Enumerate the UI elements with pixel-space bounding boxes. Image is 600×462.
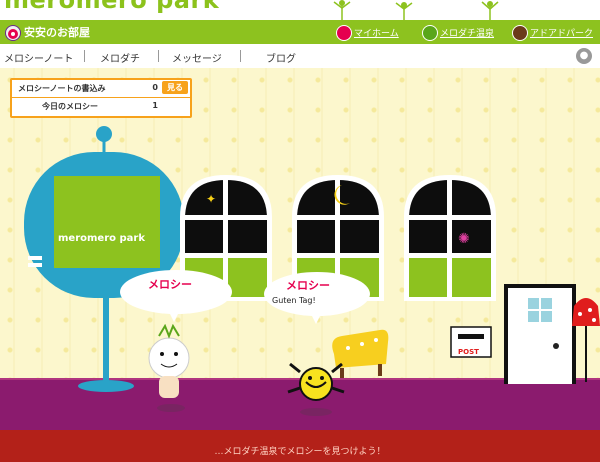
- bubble2-name: メロシー: [286, 279, 330, 292]
- room-scene: メロシーノートの書込み 0 見る 今日のメロシー 1 …メロダチ温泉でメロシーを…: [0, 68, 600, 462]
- svg-text:✺: ✺: [458, 231, 470, 247]
- my-home-link[interactable]: マイホーム: [354, 26, 399, 39]
- bottom-marquee: …メロダチ温泉でメロシーを見つけよう！: [214, 447, 386, 457]
- meromero-onsen-link[interactable]: メロダチ温泉: [440, 26, 494, 39]
- post-label: POST: [458, 348, 479, 356]
- nav-divider: [240, 50, 241, 62]
- meromero-onsen-icon[interactable]: [422, 25, 438, 41]
- lamp: [572, 298, 600, 382]
- brand-logo[interactable]: meromero park: [4, 0, 219, 14]
- stats-note-label: メロシーノートの書込み: [18, 84, 106, 93]
- nav-message[interactable]: メッセージ: [172, 50, 222, 65]
- room-owner-icon: [5, 25, 21, 41]
- sign-logo: meromero park: [58, 233, 145, 244]
- decor-flowers-icon: [333, 0, 499, 20]
- adad-park-link[interactable]: アドアドパーク: [530, 26, 593, 39]
- bubble2-text: Guten Tag!: [272, 296, 316, 305]
- stats-note-value: 0: [152, 83, 158, 92]
- nav-merosy-note[interactable]: メロシーノート: [4, 50, 73, 65]
- svg-text:✦: ✦: [206, 192, 216, 206]
- speech-bubble-left: [120, 270, 232, 322]
- bubble1-name: メロシー: [148, 278, 192, 291]
- white-character[interactable]: [145, 324, 195, 416]
- room-title: 安安のお部屋: [24, 26, 90, 39]
- brand-strip: meromero park: [0, 0, 600, 20]
- view-button[interactable]: 見る: [162, 81, 188, 94]
- my-home-icon[interactable]: [336, 25, 352, 41]
- stats-today-value: 1: [152, 101, 158, 110]
- header-bar: 安安のお部屋 マイホーム メロダチ温泉 アドアドパーク: [0, 20, 600, 44]
- stats-row: メロシーノートの書込み 0 見る: [12, 80, 190, 98]
- main-nav: メロシーノート メロダチ メッセージ ブログ ●: [0, 44, 600, 69]
- user-settings-icon[interactable]: ●: [576, 48, 592, 64]
- window-right: ✺: [404, 175, 496, 301]
- stats-today-label: 今日のメロシー: [42, 102, 98, 111]
- nav-blog[interactable]: ブログ: [266, 50, 296, 65]
- nav-merodachi[interactable]: メロダチ: [100, 50, 140, 65]
- yellow-character[interactable]: [282, 358, 352, 418]
- stats-panel: メロシーノートの書込み 0 見る 今日のメロシー 1: [10, 78, 192, 118]
- nav-divider: [158, 50, 159, 62]
- adad-park-icon[interactable]: [512, 25, 528, 41]
- stats-row: 今日のメロシー 1: [12, 98, 190, 115]
- nav-divider: [84, 50, 85, 62]
